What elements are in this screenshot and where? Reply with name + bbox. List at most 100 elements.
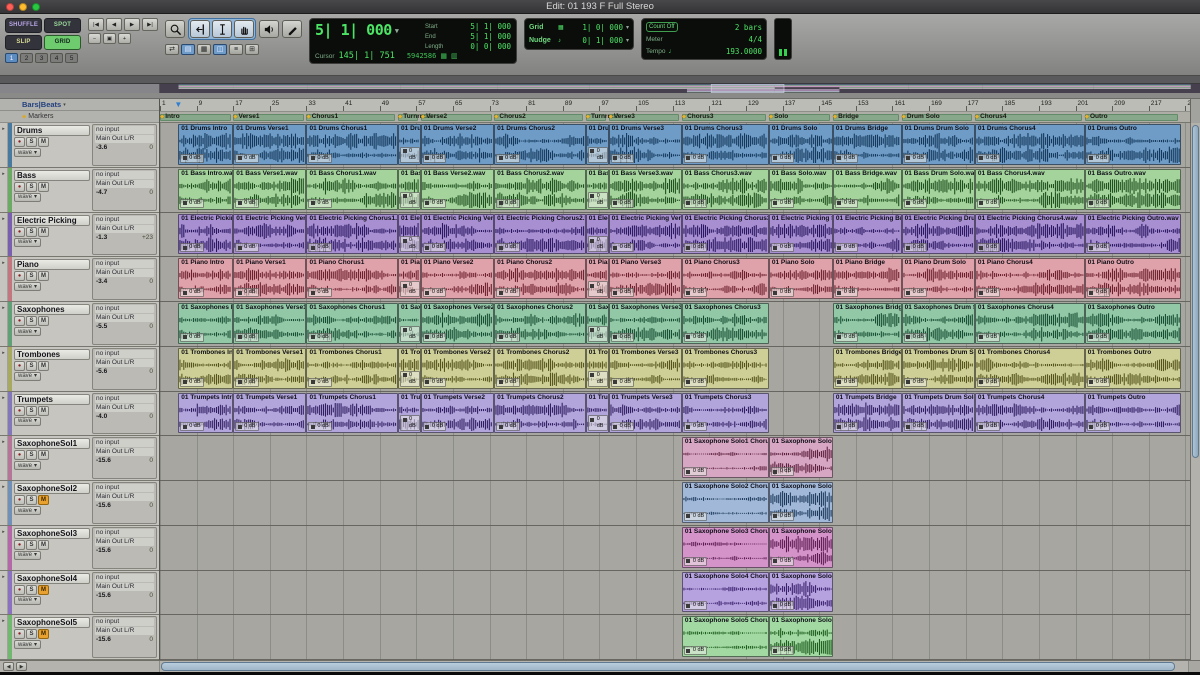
pan-display[interactable]: +23 (142, 234, 153, 241)
region-gain-badge[interactable]: 0 dB (180, 422, 203, 431)
audio-region[interactable]: 01 Piano Chorus20 dB (494, 258, 586, 299)
solo-button[interactable]: S (26, 227, 37, 237)
playhead-marker[interactable]: ▼ (174, 100, 182, 110)
audio-region[interactable]: 01 Saxophone Solo5 Solo0 dB (769, 616, 833, 657)
audio-region[interactable]: 01 Drums Verse10 dB (233, 124, 306, 165)
audio-region[interactable]: 01 Piano Chorus30 dB (682, 258, 769, 299)
region-gain-badge[interactable]: 0 dB (904, 422, 927, 431)
audio-region[interactable]: 01 Piano Chorus10 dB (306, 258, 398, 299)
track-view-selector[interactable]: wave▾ (14, 640, 41, 649)
audio-region[interactable]: 01 Piano Chorus40 dB (975, 258, 1085, 299)
record-arm-button[interactable]: ● (14, 361, 25, 371)
zoom-vertical-button-3[interactable]: + (118, 33, 131, 44)
audio-region[interactable]: 01 Saxophone Solo4 Chorus30 dB (682, 572, 769, 613)
output-selector[interactable]: Main Out L/R (95, 448, 154, 456)
audio-region[interactable]: 01 Trombones Bridge0 dB (833, 348, 902, 389)
track-name[interactable]: Piano (14, 259, 90, 270)
record-arm-button[interactable]: ● (14, 137, 25, 147)
region-gain-badge[interactable]: 0 dB (684, 333, 707, 342)
pencil-tool[interactable] (282, 20, 302, 38)
audio-region[interactable]: 01 Trumpets Chorus30 dB (682, 393, 769, 434)
zoom-preset-4[interactable]: 4 (50, 53, 63, 63)
audio-region[interactable]: 01 Trombones Chorus10 dB (306, 348, 398, 389)
track-name[interactable]: SaxophoneSol4 (14, 573, 90, 584)
track-name[interactable]: Trombones (14, 349, 90, 360)
region-gain-badge[interactable]: 0 dB (904, 333, 927, 342)
grabber-tool[interactable] (234, 20, 254, 38)
region-gain-badge[interactable]: 0 dB (308, 243, 331, 252)
region-gain-badge[interactable]: 0 dB (588, 192, 608, 208)
track-lane-electric-picking[interactable]: 01 Electric Picking Intro.wav0 dB01 Elec… (160, 213, 1190, 258)
region-gain-badge[interactable]: 0 dB (771, 557, 794, 566)
region-gain-badge[interactable]: 0 dB (423, 199, 446, 208)
bars-beats-label[interactable]: Bars|Beats (22, 100, 61, 109)
audio-region[interactable]: 01 Trombones Drum Solo0 dB (902, 348, 975, 389)
markers-label[interactable]: Markers (28, 113, 53, 120)
track-view-selector[interactable]: wave▾ (14, 327, 41, 336)
region-gain-badge[interactable]: 0 dB (235, 422, 258, 431)
region-gain-badge[interactable]: 0 dB (496, 422, 519, 431)
audio-region[interactable]: 01 Electric Picking Chorus1.wav0 dB (306, 214, 398, 255)
marker-chorus2[interactable]: ◆Chorus2 (494, 113, 526, 120)
input-selector[interactable]: no input (95, 618, 154, 626)
edit-canvas[interactable]: 01 Drums Intro0 dB01 Drums Verse10 dB01 … (160, 123, 1190, 660)
region-gain-badge[interactable]: 0 dB (400, 236, 420, 252)
record-arm-button[interactable]: ● (14, 271, 25, 281)
region-gain-badge[interactable]: 0 dB (684, 378, 707, 387)
track-view-selector[interactable]: wave▾ (14, 372, 41, 381)
audio-region[interactable]: 01 Trombones Intro0 dB (178, 348, 233, 389)
region-gain-badge[interactable]: 0 dB (423, 154, 446, 163)
region-gain-badge[interactable]: 0 dB (180, 199, 203, 208)
mute-button[interactable]: M (38, 361, 49, 371)
record-arm-button[interactable]: ● (14, 227, 25, 237)
volume-display[interactable]: -5.6 (96, 368, 107, 375)
region-gain-badge[interactable]: 0 dB (180, 288, 203, 297)
region-gain-badge[interactable]: 0 dB (611, 154, 634, 163)
region-gain-badge[interactable]: 0 dB (977, 243, 1000, 252)
mute-button[interactable]: M (38, 316, 49, 326)
region-gain-badge[interactable]: 0 dB (588, 236, 608, 252)
audio-region[interactable]: 01 Bass Turnrnd2.wav0 dB (586, 169, 609, 210)
audio-region[interactable]: 01 Saxophones Verse20 dB (421, 303, 494, 344)
track-name[interactable]: SaxophoneSol2 (14, 483, 90, 494)
horizontal-scrollbar-thumb[interactable] (161, 662, 1175, 671)
audio-region[interactable]: 01 Bass Solo.wav0 dB (769, 169, 833, 210)
volume-display[interactable]: -15.6 (96, 457, 111, 464)
region-gain-badge[interactable]: 0 dB (684, 601, 707, 610)
input-selector[interactable]: no input (95, 529, 154, 537)
region-gain-badge[interactable]: 0 dB (835, 422, 858, 431)
audio-region[interactable]: 01 Saxophones Intro0 dB (178, 303, 233, 344)
track-collapse-icon[interactable]: ▸ (0, 436, 8, 480)
scroll-right-button[interactable]: ▶ (16, 662, 27, 671)
audio-region[interactable]: 01 Drums Outro0 dB (1085, 124, 1181, 165)
audio-region[interactable]: 01 Bass Turnrnd1.wav0 dB (398, 169, 421, 210)
region-gain-badge[interactable]: 0 dB (611, 199, 634, 208)
region-gain-badge[interactable]: 0 dB (496, 378, 519, 387)
region-gain-badge[interactable]: 0 dB (400, 192, 420, 208)
solo-button[interactable]: S (26, 271, 37, 281)
region-gain-badge[interactable]: 0 dB (835, 243, 858, 252)
record-arm-button[interactable]: ● (14, 629, 25, 639)
track-collapse-icon[interactable]: ▸ (0, 571, 8, 615)
marker-intro[interactable]: ◆Intro (160, 113, 180, 120)
region-gain-badge[interactable]: 0 dB (904, 199, 927, 208)
audio-region[interactable]: 01 Electric Picking Chorus4.wav0 dB (975, 214, 1085, 255)
audio-region[interactable]: 01 Bass Chorus1.wav0 dB (306, 169, 398, 210)
mode-button-spot[interactable]: SPOT (44, 18, 81, 33)
selection-end-value[interactable]: 5| 1| 000 (470, 32, 511, 41)
audio-region[interactable]: 01 Bass Chorus3.wav0 dB (682, 169, 769, 210)
mute-button[interactable]: M (38, 137, 49, 147)
region-gain-badge[interactable]: 0 dB (977, 288, 1000, 297)
region-gain-badge[interactable]: 0 dB (771, 288, 794, 297)
audio-region[interactable]: 01 Drums Solo0 dB (769, 124, 833, 165)
audio-region[interactable]: 01 Saxophones Chorus30 dB (682, 303, 769, 344)
marker-drum-solo[interactable]: ◆Drum Solo (902, 113, 940, 120)
close-button[interactable] (6, 3, 14, 11)
region-gain-badge[interactable]: 0 dB (496, 333, 519, 342)
pan-display[interactable]: 0 (149, 144, 153, 151)
track-collapse-icon[interactable]: ▸ (0, 615, 8, 659)
vertical-scrollbar-thumb[interactable] (1192, 125, 1199, 458)
input-selector[interactable]: no input (95, 216, 154, 224)
output-selector[interactable]: Main Out L/R (95, 135, 154, 143)
audio-region[interactable]: 01 Drums Drum Solo0 dB (902, 124, 975, 165)
